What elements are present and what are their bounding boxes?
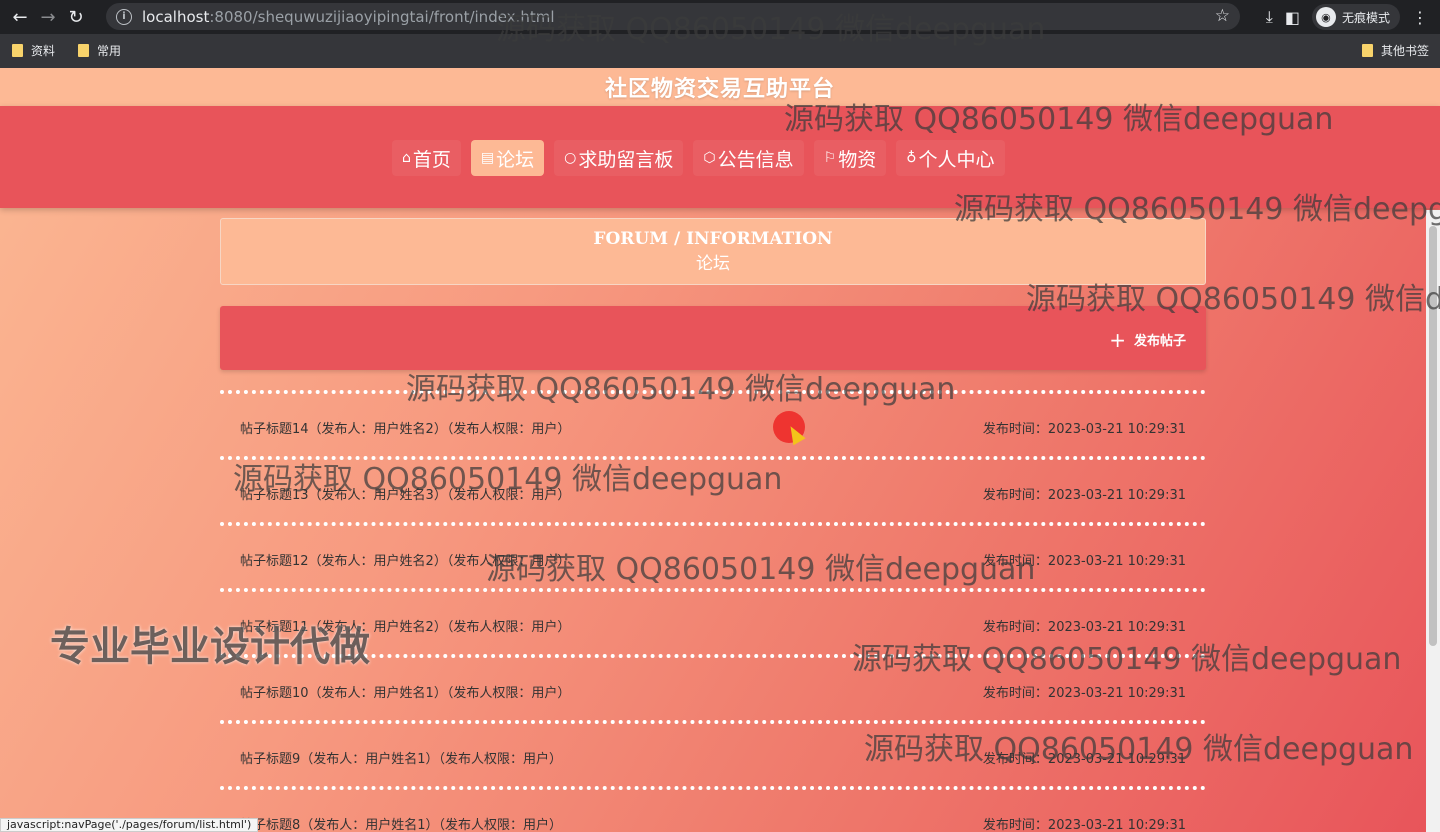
address-bar[interactable]: i localhost :8080/shequwuzijiaoyipingtai… bbox=[106, 3, 1240, 30]
page-viewport: 社区物资交易互助平台 ⌂ 首页 ▤ 论坛 ○ 求助留言板 ⬡ 公告信息 ⚐ 物资 bbox=[0, 68, 1440, 832]
incognito-label: 无痕模式 bbox=[1341, 10, 1390, 25]
post-title: 帖子标题8（发布人：用户姓名1）（发布人权限：用户） bbox=[240, 818, 563, 832]
nav-label: 个人中心 bbox=[918, 148, 995, 171]
folder-icon bbox=[1362, 44, 1373, 57]
post-time: 发布时间：2023-03-21 10:29:31 bbox=[982, 422, 1186, 437]
forward-icon[interactable]: → bbox=[34, 3, 62, 31]
other-bookmarks-label: 其他书签 bbox=[1381, 44, 1430, 58]
plus-icon: + bbox=[1109, 327, 1126, 352]
box-icon: ⬡ bbox=[703, 150, 716, 166]
url-host: localhost bbox=[142, 7, 210, 26]
menu-icon[interactable]: ⋮ bbox=[1412, 8, 1428, 27]
bookmark-folder-1[interactable]: 常用 bbox=[78, 42, 121, 59]
post-time: 发布时间：2023-03-21 10:29:31 bbox=[982, 818, 1186, 832]
nav-label: 求助留言板 bbox=[578, 148, 674, 171]
post-time: 发布时间：2023-03-21 10:29:31 bbox=[982, 752, 1186, 767]
post-time: 发布时间：2023-03-21 10:29:31 bbox=[982, 554, 1186, 569]
reload-icon[interactable]: ↻ bbox=[62, 3, 90, 31]
post-title: 帖子标题14（发布人：用户姓名2）（发布人权限：用户） bbox=[240, 422, 571, 437]
flag-icon: ⚐ bbox=[823, 150, 837, 166]
back-icon[interactable]: ← bbox=[6, 3, 34, 31]
site-title: 社区物资交易互助平台 bbox=[604, 77, 835, 102]
post-title: 帖子标题12（发布人：用户姓名2）（发布人权限：用户） bbox=[240, 554, 571, 569]
nav-supplies[interactable]: ⚐ 物资 bbox=[813, 140, 887, 176]
bookmark-label: 资料 bbox=[31, 44, 56, 58]
user-icon: ♁ bbox=[906, 150, 917, 166]
message-icon: ○ bbox=[564, 150, 577, 166]
incognito-icon: ◉ bbox=[1315, 7, 1336, 27]
post-time: 发布时间：2023-03-21 10:29:31 bbox=[982, 620, 1186, 635]
folder-icon bbox=[12, 44, 23, 57]
nav-label: 公告信息 bbox=[717, 148, 794, 171]
bookmark-folder-0[interactable]: 资料 bbox=[12, 42, 55, 59]
section-title-zh: 论坛 bbox=[696, 254, 730, 274]
nav-label: 首页 bbox=[412, 148, 451, 171]
nav-forum[interactable]: ▤ 论坛 bbox=[470, 140, 545, 176]
section-header: FORUM / INFORMATION 论坛 bbox=[220, 218, 1206, 285]
folder-icon bbox=[78, 44, 89, 57]
publish-post-button[interactable]: + 发布帖子 bbox=[1109, 327, 1186, 352]
sidepanel-icon[interactable]: ◧ bbox=[1285, 8, 1300, 27]
nav-profile[interactable]: ♁ 个人中心 bbox=[896, 140, 1005, 176]
info-icon[interactable]: i bbox=[116, 8, 132, 25]
nav-announcements[interactable]: ⬡ 公告信息 bbox=[693, 140, 804, 176]
action-bar: + 发布帖子 bbox=[220, 306, 1206, 370]
post-title: 帖子标题13（发布人：用户姓名3）（发布人权限：用户） bbox=[240, 488, 571, 503]
nav-home[interactable]: ⌂ 首页 bbox=[392, 140, 461, 176]
post-time: 发布时间：2023-03-21 10:29:31 bbox=[982, 488, 1186, 503]
page-scrollbar[interactable] bbox=[1426, 210, 1440, 832]
list-item[interactable]: 帖子标题12（发布人：用户姓名2）（发布人权限：用户） 发布时间：2023-03… bbox=[220, 522, 1206, 588]
bookmarks-bar: 资料 常用 其他书签 bbox=[0, 34, 1440, 68]
bookmark-star-icon[interactable]: ☆ bbox=[1215, 6, 1230, 26]
list-item[interactable]: 帖子标题8（发布人：用户姓名1）（发布人权限：用户） 发布时间：2023-03-… bbox=[220, 786, 1206, 832]
list-item[interactable]: 帖子标题9（发布人：用户姓名1）（发布人权限：用户） 发布时间：2023-03-… bbox=[220, 720, 1206, 786]
incognito-badge[interactable]: ◉ 无痕模式 bbox=[1311, 4, 1400, 30]
nav-label: 论坛 bbox=[496, 148, 535, 171]
nav-label: 物资 bbox=[838, 148, 877, 171]
url-path: :8080/shequwuzijiaoyipingtai/front/index… bbox=[209, 7, 555, 26]
section-title-en: FORUM / INFORMATION bbox=[593, 229, 833, 249]
nav-help-board[interactable]: ○ 求助留言板 bbox=[554, 140, 684, 176]
list-item[interactable]: 帖子标题14（发布人：用户姓名2）（发布人权限：用户） 发布时间：2023-03… bbox=[220, 390, 1206, 456]
main-nav: ⌂ 首页 ▤ 论坛 ○ 求助留言板 ⬡ 公告信息 ⚐ 物资 ♁ 个人中心 bbox=[0, 106, 1440, 208]
publish-label: 发布帖子 bbox=[1133, 334, 1186, 349]
promo-overlay: 专业毕业设计代做 bbox=[50, 624, 370, 670]
scrollbar-thumb[interactable] bbox=[1429, 226, 1437, 646]
site-header: 社区物资交易互助平台 bbox=[0, 68, 1440, 106]
post-title: 帖子标题9（发布人：用户姓名1）（发布人权限：用户） bbox=[240, 752, 563, 767]
status-bar: javascript:navPage('./pages/forum/list.h… bbox=[0, 818, 259, 832]
other-bookmarks[interactable]: 其他书签 bbox=[1362, 42, 1429, 59]
post-list: 帖子标题14（发布人：用户姓名2）（发布人权限：用户） 发布时间：2023-03… bbox=[220, 390, 1206, 832]
bookmark-label: 常用 bbox=[97, 44, 122, 58]
post-time: 发布时间：2023-03-21 10:29:31 bbox=[982, 686, 1186, 701]
list-item[interactable]: 帖子标题13（发布人：用户姓名3）（发布人权限：用户） 发布时间：2023-03… bbox=[220, 456, 1206, 522]
forum-icon: ▤ bbox=[480, 150, 495, 166]
download-icon[interactable]: ⤓ bbox=[1266, 7, 1273, 27]
post-title: 帖子标题10（发布人：用户姓名1）（发布人权限：用户） bbox=[240, 686, 571, 701]
home-icon: ⌂ bbox=[402, 150, 411, 166]
browser-toolbar: ← → ↻ i localhost :8080/shequwuzijiaoyip… bbox=[0, 0, 1440, 34]
